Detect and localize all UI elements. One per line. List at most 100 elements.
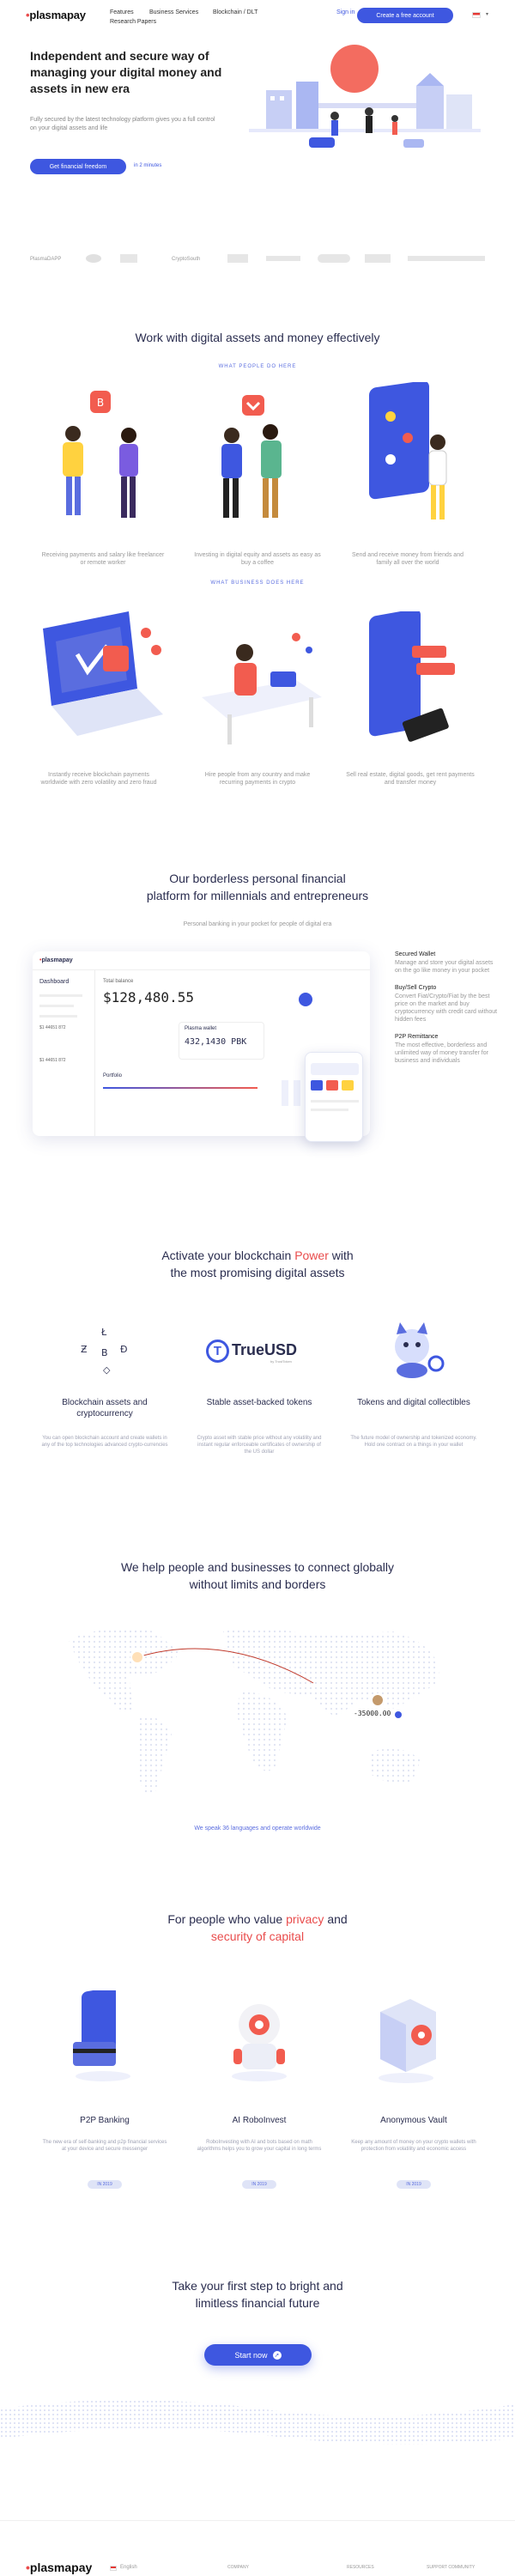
partner-logo-icon	[318, 254, 350, 263]
footer-col-title: SUPPORT COMMUNITY	[427, 2565, 476, 2570]
coming-badge: IN 2019	[397, 2180, 431, 2189]
cta-title: limitless financial future	[195, 2296, 320, 2310]
activate-col-desc: The future model of ownership and tokeni…	[350, 1436, 477, 1448]
feature-desc: Convert Fiat/Crypto/Fiat by the best pri…	[395, 993, 498, 1023]
coming-badge: IN 2019	[242, 2180, 276, 2189]
activate-col-desc: Crypto asset with stable price without a…	[197, 1436, 322, 1455]
global-note: We speak 36 languages and operate worldw…	[194, 1826, 321, 1832]
privacy-title: security of capital	[210, 1929, 305, 1943]
svg-text:◇: ◇	[103, 1364, 111, 1376]
privacy-col-title: AI RoboInvest	[232, 2116, 287, 2125]
transfer-amount: -35000.00	[354, 1710, 391, 1717]
platform-subtitle: Personal banking in your pocket for peop…	[183, 921, 332, 927]
business-caption: Sell real estate, digital goods, get ren…	[346, 772, 475, 786]
footer: •plasmapay English COMPANY RESOURCES SUP…	[0, 2520, 515, 2576]
mockup-portfolio-label: Portfolio	[103, 1073, 123, 1078]
partner-logo-icon	[120, 254, 137, 263]
get-freedom-button[interactable]: Get financial freedom	[30, 159, 126, 174]
mockup-balance: $128,480.55	[103, 989, 194, 1005]
nav-signin[interactable]: Sign in	[336, 9, 354, 15]
hero-subtitle: Fully secured by the latest technology p…	[30, 117, 215, 131]
feature-desc: Manage and store your digital assets on …	[395, 960, 494, 974]
people-label: WHAT PEOPLE DO HERE	[218, 364, 297, 369]
people-caption: Receiving payments and salary like freel…	[41, 552, 165, 566]
svg-text:Ł: Ł	[100, 1327, 107, 1338]
navbar: •plasmapay Features Business Services Bl…	[0, 0, 515, 38]
activate-title: the most promising digital assets	[170, 1266, 345, 1279]
mockup-card-number: $1 44651 872	[39, 1025, 66, 1030]
partner-logo-icon	[227, 254, 248, 263]
crypto-coins-icon: Ł Ƶ B Đ ◇	[81, 1327, 128, 1376]
mockup-card-number: $1 44651 872	[39, 1058, 66, 1063]
hero-title: Independent and secure way of managing y…	[30, 49, 222, 95]
svg-text:B: B	[101, 1347, 108, 1358]
footer-col-title: COMPANY	[227, 2565, 249, 2570]
vault-illustration	[379, 1999, 436, 2083]
footer-logo[interactable]: •plasmapay	[26, 2561, 92, 2574]
privacy-col-desc: RoboInvesting with AI and bots based on …	[197, 2140, 322, 2152]
feature-title: Secured Wallet	[395, 951, 436, 957]
sell-goods-illustration	[369, 611, 455, 742]
dotted-landscape	[0, 2400, 515, 2445]
p2p-phone-illustration	[73, 1990, 130, 2081]
partner-logo-icon	[86, 254, 101, 263]
mockup-topbar	[33, 951, 370, 970]
partner-logo-icon	[408, 256, 485, 261]
activate-col-title: Tokens and digital collectibles	[357, 1398, 470, 1407]
create-account-button[interactable]: Create a free account	[357, 8, 453, 23]
mockup-wallet-amount: 432,1430 PBK	[185, 1037, 247, 1047]
chevron-down-icon[interactable]: ▾	[486, 11, 488, 17]
laptop-payments-illustration	[43, 611, 163, 736]
phone-mockup	[305, 1052, 363, 1142]
activate-col-title: Blockchain assets and cryptocurrency	[62, 1398, 148, 1419]
footer-col-title: RESOURCES	[347, 2565, 374, 2570]
partner-logo: PlasmaDAPP	[30, 257, 62, 262]
feature-title: P2P Remittance	[395, 1034, 439, 1040]
platform-title: platform for millennials and entrepreneu…	[146, 889, 369, 902]
logo[interactable]: •plasmapay	[26, 9, 86, 21]
platform-features: Secured Wallet Manage and store your dig…	[395, 951, 498, 1075]
feature-title: Buy/Sell Crypto	[395, 985, 437, 991]
trueusd-logo: TrueUSD	[232, 1341, 298, 1358]
business-caption: Instantly receive blockchain payments wo…	[40, 772, 157, 786]
start-now-button[interactable]: Start now ➚	[204, 2344, 312, 2366]
platform-title: Our borderless personal financial	[169, 872, 346, 885]
privacy-col-desc: Keep any amount of money on your crypto …	[351, 2140, 476, 2152]
footer-language[interactable]: English	[120, 2565, 137, 2570]
hire-people-illustration	[202, 633, 322, 744]
svg-text:Ƶ: Ƶ	[81, 1344, 88, 1355]
trueusd-icon: T	[206, 1340, 229, 1363]
nav-features[interactable]: Features	[110, 9, 134, 15]
send-money-illustration	[369, 382, 447, 519]
cta-title: Take your first step to bright and	[172, 2279, 343, 2293]
partner-logo-icon	[266, 256, 300, 261]
world-map	[69, 1628, 439, 1795]
nav-blockchain[interactable]: Blockchain / DLT	[213, 9, 258, 15]
coming-badge: IN 2019	[88, 2180, 122, 2189]
nav-business[interactable]: Business Services	[149, 9, 198, 15]
svg-text:Đ: Đ	[120, 1344, 128, 1355]
flag-icon[interactable]	[472, 12, 481, 18]
hero-note: in 2 minutes	[134, 163, 162, 168]
global-title: We help people and businesses to connect…	[120, 1560, 395, 1574]
trueusd-by: by TrustToken	[270, 1359, 292, 1364]
mockup-add-button[interactable]	[299, 993, 312, 1006]
business-label: WHAT BUSINESS DOES HERE	[210, 580, 305, 586]
business-caption: Hire people from any country and make re…	[204, 772, 311, 786]
people-caption: Investing in digital equity and assets a…	[194, 552, 321, 566]
feature-desc: The most effective, borderless and unlim…	[395, 1042, 488, 1064]
privacy-col-title: P2P Banking	[80, 2116, 130, 2125]
activate-col-desc: You can open blockchain account and crea…	[41, 1436, 168, 1448]
footer-flag-icon[interactable]	[110, 2566, 117, 2571]
activate-col-title: Stable asset-backed tokens	[206, 1398, 312, 1407]
activate-title: Activate your blockchain Power with	[161, 1249, 354, 1262]
privacy-title: For people who value privacy and	[167, 1912, 348, 1926]
global-title: without limits and borders	[189, 1577, 326, 1591]
people-caption: Send and receive money from friends and …	[352, 552, 464, 566]
nav-research[interactable]: Research Papers	[110, 19, 156, 25]
mockup-dashboard-label: Dashboard	[39, 979, 70, 985]
privacy-col-title: Anonymous Vault	[380, 2116, 447, 2125]
svg-text:B: B	[97, 397, 104, 409]
mockup-total-label: Total balance	[103, 979, 134, 984]
effective-title: Work with digital assets and money effec…	[135, 331, 380, 344]
